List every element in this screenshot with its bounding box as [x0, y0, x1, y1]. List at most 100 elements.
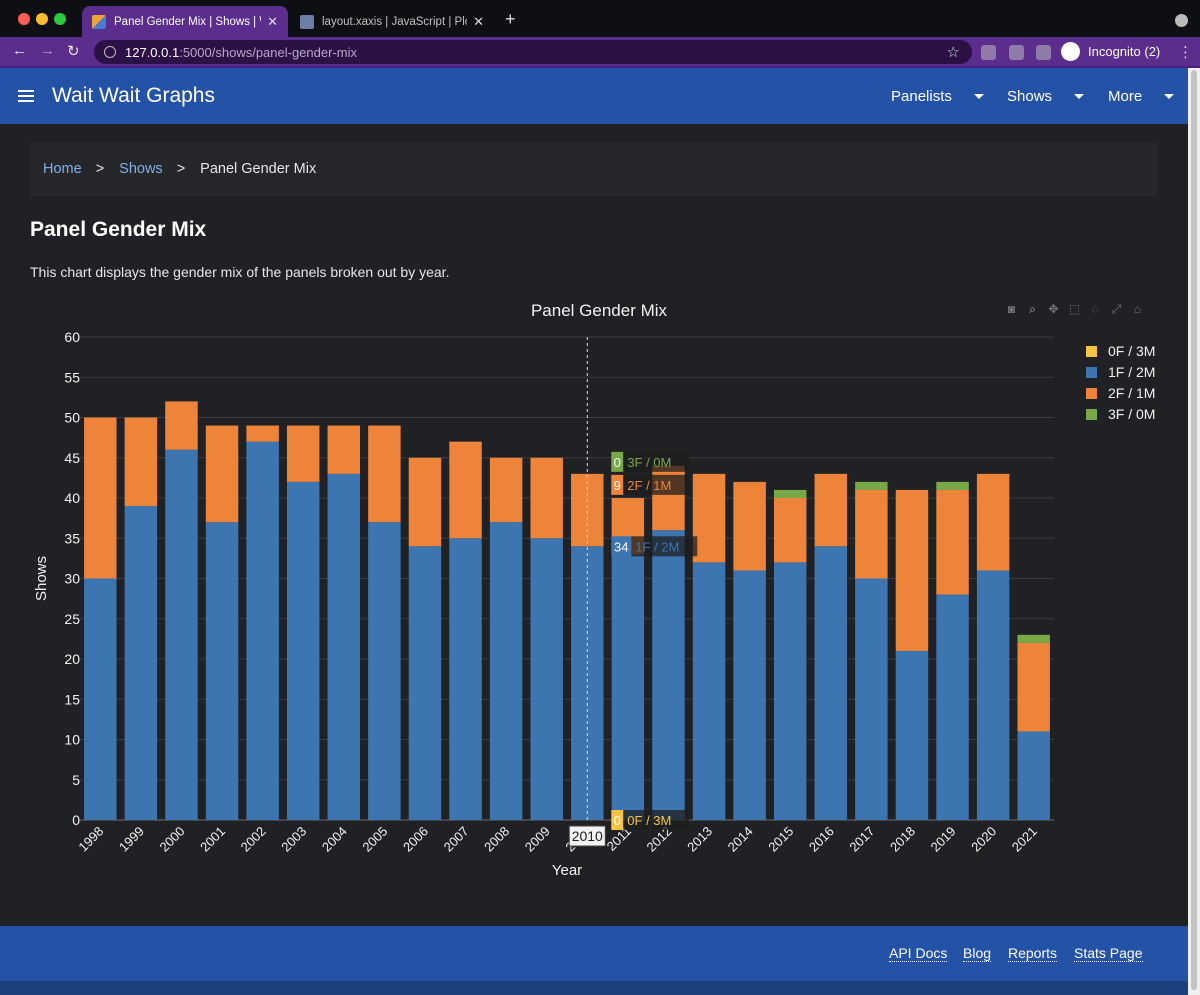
y-tick-label: 5 — [72, 772, 80, 788]
scrollbar-thumb[interactable] — [1191, 70, 1197, 990]
bar-2f-1m-2020 — [976, 473, 1010, 571]
bar-1f-2m-2021 — [1017, 731, 1050, 820]
bar-2f-1m-2005 — [368, 425, 401, 523]
chart-container: Panel Gender Mix 0 5 10 15 20 25 30 35 40 45 50 55 60… — [30, 292, 1180, 892]
bar-2f-1m-2013 — [692, 473, 726, 563]
bar-2f-1m-2002 — [246, 425, 279, 442]
y-tick-label: 30 — [64, 571, 80, 587]
box-select-icon[interactable]: ⬚ — [1067, 302, 1082, 317]
maximize-window-button[interactable] — [54, 13, 66, 25]
nav-menu-shows[interactable]: Shows — [1007, 88, 1085, 105]
nav-menu-label: Panelists — [891, 88, 952, 105]
bar-2f-1m-2019 — [936, 489, 969, 595]
breadcrumb-separator: > — [95, 161, 105, 177]
nav-menu-label: More — [1108, 88, 1143, 105]
bar-1f-2m-2019 — [936, 594, 969, 820]
breadcrumb-home-link[interactable]: Home — [43, 161, 82, 177]
bar-2f-1m-2008 — [489, 457, 523, 523]
footer-link-stats-page[interactable]: Stats Page — [1074, 945, 1143, 962]
tab-title: layout.xaxis | JavaScript | Plotly — [322, 15, 468, 28]
bar-2f-1m-1999 — [124, 417, 158, 507]
bar-2f-1m-2000 — [165, 401, 198, 450]
hover-series-name: 2F / 1M — [627, 478, 671, 493]
bar-1f-2m-2003 — [286, 481, 320, 820]
camera-icon[interactable]: ◙ — [1004, 302, 1019, 317]
brand-title[interactable]: Wait Wait Graphs — [52, 84, 215, 108]
plotly-favicon-icon — [300, 14, 314, 29]
close-window-button[interactable] — [18, 13, 30, 25]
tab-close-icon[interactable]: ✕ — [267, 14, 278, 30]
hover-series-name: 0F / 3M — [627, 813, 671, 828]
x-tick-label: 2020 — [968, 824, 999, 855]
footer-link-api-docs[interactable]: API Docs — [889, 945, 948, 962]
bar-1f-2m-2007 — [449, 538, 482, 820]
incognito-profile[interactable]: Incognito (2) — [1061, 42, 1160, 61]
x-tick-label: 2002 — [238, 824, 269, 855]
bar-3f-0m-2021 — [1017, 634, 1050, 643]
footer-link-reports[interactable]: Reports — [1008, 945, 1058, 962]
y-tick-label: 50 — [64, 410, 80, 426]
tab-search-icon[interactable] — [1175, 14, 1188, 27]
pan-icon[interactable]: ✥ — [1046, 302, 1061, 317]
bar-2f-1m-2001 — [205, 425, 239, 523]
y-tick-label: 60 — [64, 329, 80, 345]
incognito-label: Incognito (2) — [1088, 44, 1161, 59]
lasso-select-icon[interactable]: ◌ — [1088, 302, 1103, 317]
browser-toolbar: ← → ↻ 127.0.0.1:5000/shows/panel-gender-… — [0, 37, 1200, 68]
bar-3f-0m-2015 — [773, 489, 807, 498]
bar-1f-2m-2016 — [814, 546, 848, 820]
footer-link-blog[interactable]: Blog — [963, 945, 992, 962]
new-tab-icon[interactable]: + — [505, 9, 516, 30]
x-tick-label: 2016 — [806, 824, 837, 855]
bar-1f-2m-1999 — [124, 506, 158, 820]
x-tick-label: 2021 — [1009, 824, 1040, 855]
tab-close-icon[interactable]: ✕ — [473, 14, 484, 30]
bar-1f-2m-2004 — [327, 473, 361, 820]
breadcrumb-shows-link[interactable]: Shows — [119, 161, 163, 177]
x-tick-label: 2014 — [725, 824, 756, 855]
bar-1f-2m-2011 — [611, 554, 645, 820]
site-info-icon[interactable] — [104, 46, 116, 58]
incognito-avatar-icon — [1061, 42, 1080, 61]
stacked-bar-chart[interactable]: Panel Gender Mix 0 5 10 15 20 25 30 35 40 45 50 55 60… — [30, 292, 1180, 892]
zoom-icon[interactable]: ⌕ — [1025, 302, 1040, 317]
bar-1f-2m-2005 — [368, 522, 401, 820]
hover-value: 0 — [614, 455, 621, 470]
puzzle-extensions-icon[interactable] — [1036, 45, 1051, 60]
y-tick-label: 40 — [64, 490, 80, 506]
autoscale-icon[interactable]: ⤢ — [1109, 302, 1124, 317]
bookmark-star-icon[interactable]: ☆ — [947, 43, 960, 61]
forward-icon[interactable]: → — [40, 42, 55, 59]
browser-menu-icon[interactable]: ⋮ — [1178, 43, 1193, 61]
screenshot-extension-icon[interactable] — [1009, 45, 1024, 60]
legend-label: 3F / 0M — [1108, 406, 1155, 422]
reload-icon[interactable]: ↻ — [67, 42, 80, 60]
extension-icon[interactable] — [981, 45, 996, 60]
back-icon[interactable]: ← — [12, 42, 27, 59]
page-scrollbar[interactable] — [1188, 68, 1200, 995]
y-tick-label: 25 — [64, 611, 80, 627]
y-tick-label: 20 — [64, 651, 80, 667]
bar-2f-1m-2006 — [408, 457, 442, 547]
chart-modebar: ◙ ⌕ ✥ ⬚ ◌ ⤢ ⌂ — [1004, 302, 1145, 317]
bar-1f-2m-2014 — [733, 570, 766, 820]
legend-swatch — [1086, 367, 1097, 378]
nav-menu-panelists[interactable]: Panelists — [891, 88, 984, 105]
bar-2f-1m-2021 — [1017, 642, 1050, 732]
browser-tab-inactive[interactable]: layout.xaxis | JavaScript | Plotly ✕ — [290, 6, 494, 37]
y-tick-label: 55 — [64, 369, 80, 385]
hamburger-menu-icon[interactable] — [18, 90, 34, 102]
y-tick-label: 35 — [64, 530, 80, 546]
page-description: This chart displays the gender mix of th… — [30, 264, 450, 280]
address-bar[interactable]: 127.0.0.1:5000/shows/panel-gender-mix ☆ — [94, 40, 972, 64]
home-reset-icon[interactable]: ⌂ — [1130, 302, 1145, 317]
legend-label: 2F / 1M — [1108, 385, 1155, 401]
browser-tab-active[interactable]: Panel Gender Mix | Shows | Wait Wait Gra… — [82, 6, 288, 37]
x-tick-label: 2006 — [400, 824, 431, 855]
bar-1f-2m-2006 — [408, 546, 442, 820]
bar-2f-1m-2017 — [855, 489, 888, 579]
minimize-window-button[interactable] — [36, 13, 48, 25]
nav-menu-more[interactable]: More — [1108, 88, 1175, 105]
footer-bottom-bar — [0, 981, 1188, 995]
breadcrumb-current: Panel Gender Mix — [200, 161, 317, 177]
